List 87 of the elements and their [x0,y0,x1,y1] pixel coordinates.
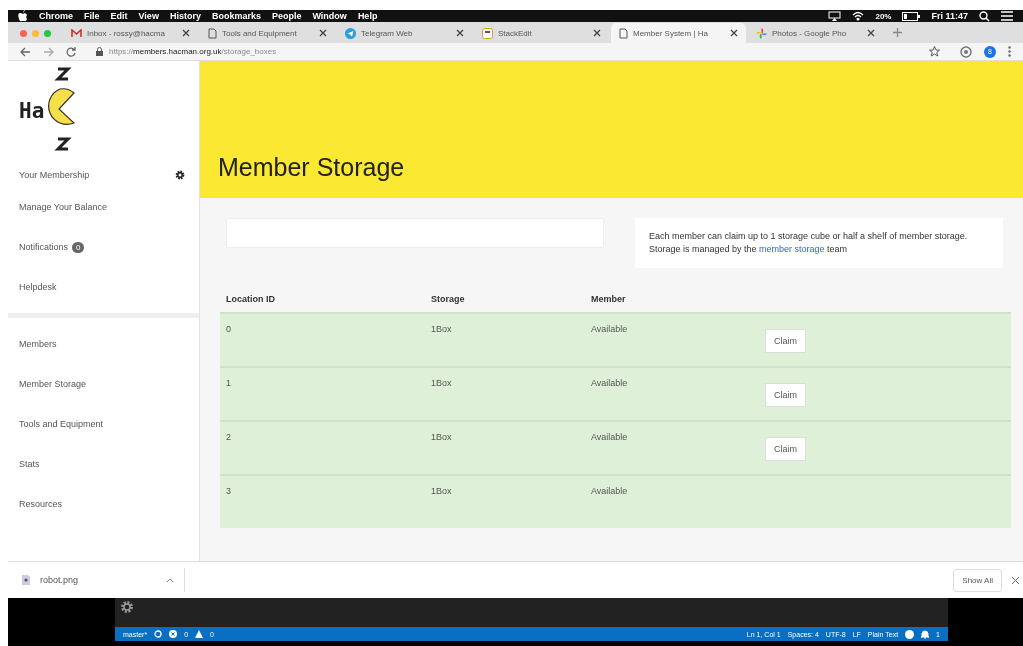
reload-icon[interactable] [66,46,76,57]
sidebar-item[interactable]: Members [8,324,199,364]
table-cell-text: Available [590,432,629,445]
menu-item[interactable]: Edit [110,11,128,21]
sidebar-item[interactable]: Member Storage [8,364,199,404]
close-icon[interactable] [319,29,327,37]
extension-icon[interactable] [960,45,972,58]
pinwheel-icon [756,27,767,39]
table-cell-text: 3 [225,486,232,499]
document-icon [208,27,217,39]
square-icon [482,27,493,39]
sidebar-item[interactable]: Resources [8,484,199,524]
table-cell-text: 1Box [430,486,453,499]
member-storage-link[interactable]: member storage [759,244,825,255]
browser-tab[interactable]: Tools and Equipment [200,23,335,43]
table-cell-text: 2 [225,432,232,445]
display-icon[interactable] [828,11,842,21]
battery-percent: 20% [875,11,892,21]
menu-item[interactable]: Bookmarks [211,11,261,21]
image-file-icon [22,575,30,585]
bell-icon[interactable] [921,629,930,639]
menu-item[interactable]: View [138,11,159,21]
column-header: Location ID [225,294,276,305]
document-icon [619,27,628,39]
chevron-up-icon[interactable] [166,577,174,583]
close-icon[interactable] [593,29,601,37]
close-icon[interactable] [456,29,464,37]
menu-app-name[interactable]: Chrome [39,11,73,21]
menu-item[interactable]: People [271,11,302,21]
claim-button[interactable]: Claim [765,329,806,354]
info-text: Each member can claim up to 1 storage cube or half a shelf of member storage. [649,230,969,243]
wifi-icon[interactable] [852,11,865,21]
sidebar-item[interactable]: Tools and Equipment [8,404,199,444]
sidebar-item[interactable]: Notifications 0 [8,227,199,267]
notification-count: 0 [72,241,85,253]
browser-tab[interactable]: Telegram Web [337,23,472,43]
error-icon [169,630,178,638]
claim-button[interactable]: Claim [765,383,806,408]
browser-tab[interactable]: Inbox - rossy@hacma [63,23,198,43]
close-icon[interactable] [182,29,190,37]
column-header: Member [590,294,627,305]
menu-clock: Fri 11:47 [931,11,968,21]
table-cell-text: Available [590,378,629,391]
logo-text: Ha [19,99,45,123]
battery-icon[interactable] [902,11,921,21]
star-icon[interactable] [929,46,940,57]
table-cell-text: 1 [225,378,232,391]
sync-icon[interactable] [154,630,163,638]
settings-icon[interactable] [120,600,134,614]
download-file-name[interactable]: robot.png [40,575,156,585]
list-icon[interactable] [1001,11,1013,21]
table-cell-text: 1Box [430,378,453,391]
column-header: Storage [430,294,466,305]
table-cell-text: 0 [225,324,232,337]
mail-icon [71,28,82,38]
settings-icon[interactable] [175,170,185,180]
new-tab-icon[interactable] [893,28,902,37]
warning-icon [195,630,204,638]
sidebar-item[interactable]: Stats [8,444,199,484]
menu-item[interactable]: Help [357,11,378,21]
sidebar-item[interactable]: Manage Your Balance [8,187,199,227]
browser-tab[interactable]: Photos - Google Pho [748,23,883,43]
menu-item[interactable]: File [84,11,100,21]
show-all-button[interactable]: Show All [953,568,1002,592]
apple-icon[interactable] [18,10,28,22]
page-title: Member Storage [218,153,405,182]
lock-icon [96,47,103,56]
sidebar-item[interactable]: Helpdesk [8,267,199,307]
table-cell-text: Available [590,486,629,499]
menu-item[interactable]: Window [312,11,347,21]
paper-plane-icon [345,27,356,39]
search-icon[interactable] [979,10,990,22]
back-icon[interactable] [20,46,31,57]
browser-tab[interactable]: StackEdit [474,23,609,43]
close-icon[interactable] [867,29,875,37]
table-cell-text: 1Box [430,324,453,337]
table-cell-text: 1Box [430,432,453,445]
claim-button[interactable]: Claim [765,437,806,462]
info-text: Storage is managed by the member storage team [649,243,849,257]
table-cell-text: Available [590,324,629,337]
sidebar-item[interactable]: Your Membership [8,163,199,187]
menu-item[interactable]: History [169,11,201,21]
close-icon[interactable] [1012,576,1019,584]
browser-tab[interactable]: Member System | Ha [611,23,746,43]
more-icon[interactable] [1008,46,1011,57]
address-field[interactable]: https://members.hacman.org.uk/storage_boxes [88,44,948,59]
close-icon[interactable] [730,29,738,37]
